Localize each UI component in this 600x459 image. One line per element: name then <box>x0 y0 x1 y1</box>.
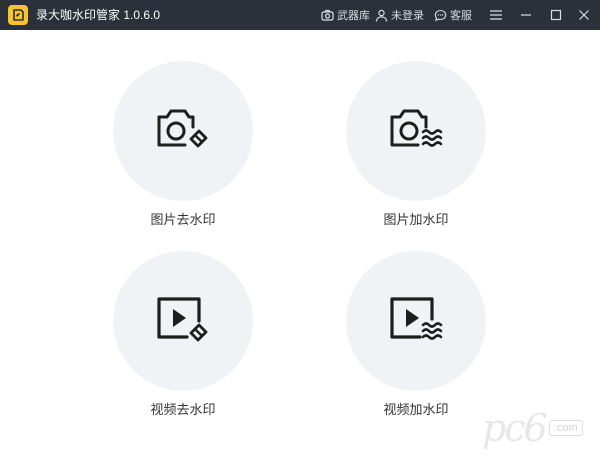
menu-icon <box>490 10 502 20</box>
site-watermark: pc6 .com <box>482 404 583 452</box>
app-logo-icon <box>8 5 28 25</box>
maximize-button[interactable] <box>542 0 570 30</box>
video-eraser-icon <box>157 297 208 342</box>
close-icon <box>579 10 589 20</box>
app-title: 录大咖水印管家 1.0.6.0 <box>36 8 161 22</box>
camera-icon <box>321 9 334 21</box>
service-button[interactable]: 客服 <box>434 0 472 30</box>
user-icon <box>375 9 388 22</box>
watermark-domain: .com <box>548 420 583 436</box>
camera-eraser-icon <box>157 109 208 148</box>
image-add-watermark-button[interactable] <box>346 61 486 201</box>
image-remove-watermark-button[interactable] <box>113 61 253 201</box>
menu-button[interactable] <box>482 0 510 30</box>
video-remove-watermark-button[interactable] <box>113 251 253 391</box>
minimize-button[interactable] <box>512 0 540 30</box>
login-button[interactable]: 未登录 <box>375 0 424 30</box>
minimize-icon <box>521 14 531 16</box>
close-button[interactable] <box>570 0 598 30</box>
watermark-text: pc6 <box>482 406 548 450</box>
chat-icon <box>434 9 447 21</box>
video-add-watermark-button[interactable] <box>346 251 486 391</box>
video-remove-watermark-label[interactable]: 视频去水印 <box>103 399 263 418</box>
video-waves-icon <box>390 297 443 340</box>
maximize-icon <box>550 9 562 21</box>
camera-waves-icon <box>390 109 443 147</box>
image-remove-watermark-label[interactable]: 图片去水印 <box>103 209 263 228</box>
service-label: 客服 <box>450 10 472 22</box>
video-add-watermark-label[interactable]: 视频加水印 <box>336 399 496 418</box>
title-bar: 录大咖水印管家 1.0.6.0 武器库 未登录 客服 <box>0 0 600 30</box>
arsenal-label: 武器库 <box>337 10 370 22</box>
image-add-watermark-label[interactable]: 图片加水印 <box>336 209 496 228</box>
login-label: 未登录 <box>391 10 424 22</box>
arsenal-button[interactable]: 武器库 <box>321 0 370 30</box>
